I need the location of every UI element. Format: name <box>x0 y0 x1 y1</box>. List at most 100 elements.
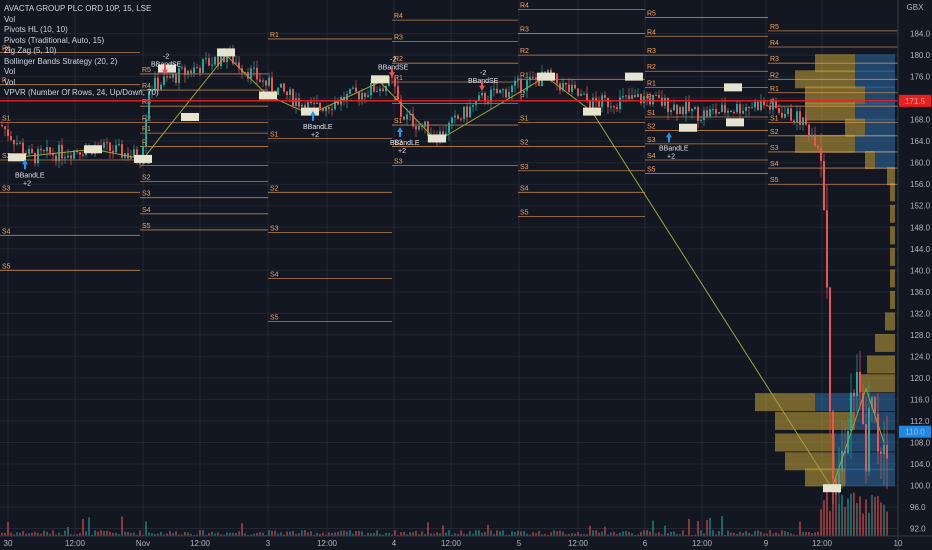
candle-body <box>577 88 579 96</box>
pivot-level-label: S3 <box>142 191 151 198</box>
candle-body <box>427 121 429 137</box>
pivot-hl-tag-text: 167.5 <box>726 120 744 127</box>
candle-body <box>295 98 297 106</box>
pivot-level-label: S2 <box>270 185 279 192</box>
volume-bar <box>745 530 747 536</box>
candle-body <box>730 110 732 112</box>
time-tick-label: 12:00 <box>692 539 713 548</box>
legend-pivots-hl[interactable]: Pivots HL (10, 10) <box>4 25 159 36</box>
candle-body <box>586 93 588 101</box>
price-tick-label: 140.0 <box>910 266 931 275</box>
candle-body <box>331 108 333 110</box>
candle-body <box>859 371 861 393</box>
signal-label: BBandLE <box>659 145 689 152</box>
volume-bar <box>814 532 816 536</box>
candle-body <box>523 90 525 93</box>
pivot-level-label: R3 <box>770 56 779 63</box>
candle-body <box>253 67 255 69</box>
candle-body <box>1 125 3 127</box>
candle-body <box>700 119 702 121</box>
volume-bar <box>226 532 228 536</box>
candle-body <box>259 79 261 82</box>
candle-body <box>685 102 687 115</box>
candle-body <box>19 142 21 144</box>
candle-body <box>673 104 675 111</box>
pivot-level-label: R1 <box>270 32 279 39</box>
vpvr-up-bar <box>785 452 835 471</box>
price-tick-label: 100.0 <box>910 482 931 491</box>
pivot-level-label: R3 <box>520 27 529 34</box>
volume-bar <box>490 530 492 536</box>
candle-body <box>193 67 195 74</box>
legend-pivots-traditional[interactable]: Pivots (Traditional, Auto, 15) <box>4 36 159 47</box>
signal-label: BBandSE <box>378 64 409 71</box>
volume-bar <box>595 530 597 536</box>
pivot-level-label: S5 <box>520 210 529 217</box>
volume-bar <box>94 530 96 536</box>
pivot-level-label: S5 <box>142 223 151 230</box>
candle-body <box>772 101 774 110</box>
legend-vpvr[interactable]: VPVR (Number Of Rows, 24, Up/Down, 70) <box>4 88 159 99</box>
volume-bar <box>271 530 273 536</box>
legend-title[interactable]: AVACTA GROUP PLC ORD 10P, 15, LSE <box>4 4 159 15</box>
price-tick-label: 180.0 <box>910 51 931 60</box>
time-tick-label: 12:00 <box>812 539 833 548</box>
volume-bar <box>106 530 108 536</box>
volume-bar <box>871 494 873 536</box>
candles-layer <box>1 44 888 505</box>
candle-body <box>172 73 174 78</box>
volume-bar <box>7 522 9 536</box>
pivot-level-label: S2 <box>142 175 151 182</box>
candle-body <box>370 82 372 96</box>
candle-body <box>688 102 690 112</box>
time-tick-label: 12:00 <box>190 539 211 548</box>
volume-bar <box>499 531 501 536</box>
volume-bar <box>97 531 99 536</box>
candle-body <box>709 109 711 117</box>
candle-body <box>643 96 645 104</box>
candle-body <box>199 67 201 73</box>
volume-bar <box>517 530 519 536</box>
pivot-level-label: R2 <box>770 72 779 79</box>
pivot-hl-tag-text: 169.5 <box>583 109 601 116</box>
candle-body <box>787 108 789 115</box>
candle-body <box>271 77 273 92</box>
pivot-level-label: S1 <box>270 131 279 138</box>
candle-body <box>460 118 462 120</box>
candle-body <box>328 107 330 109</box>
chart-window[interactable]: R1PS1S2S3S4S5R5R4R3R2R1PS1S2S3S4S5R1PS1S… <box>0 0 932 550</box>
volume-bar <box>601 531 603 536</box>
volume-bar <box>361 531 363 536</box>
candle-body <box>478 95 480 101</box>
pivot-level-label: S2 <box>520 140 529 147</box>
legend-zigzag[interactable]: Zig Zag (5, 10) <box>4 46 159 57</box>
volume-bar <box>775 532 777 536</box>
candle-body <box>631 95 633 100</box>
volume-bar <box>664 525 666 536</box>
volume-bar <box>835 491 837 536</box>
volume-bar <box>139 530 141 536</box>
candle-body <box>145 119 147 147</box>
time-tick-label: 12:00 <box>441 539 462 548</box>
candle-body <box>565 82 567 85</box>
candle-body <box>190 70 192 74</box>
volume-bar <box>670 531 672 536</box>
volume-bar <box>808 532 810 536</box>
legend-vol-2[interactable]: Vol <box>4 67 159 78</box>
legend-vol[interactable]: Vol <box>4 15 159 26</box>
vpvr-up-bar <box>865 151 875 170</box>
vpvr-up-bar <box>795 134 855 153</box>
legend-bollinger-strategy[interactable]: Bollinger Bands Strategy (20, 2) <box>4 57 159 68</box>
vpvr-down-bar <box>855 102 895 121</box>
candle-body <box>196 67 198 69</box>
candle-body <box>22 142 24 154</box>
signal-label: BBandLE <box>15 172 45 179</box>
candle-body <box>796 111 798 123</box>
volume-bar <box>184 531 186 536</box>
signal-qty: -2 <box>480 70 486 77</box>
candle-body <box>301 104 303 107</box>
vpvr-up-bar <box>875 333 895 352</box>
legend-vol-3[interactable]: Vol <box>4 78 159 89</box>
candle-body <box>202 58 204 73</box>
candle-body <box>517 78 519 81</box>
